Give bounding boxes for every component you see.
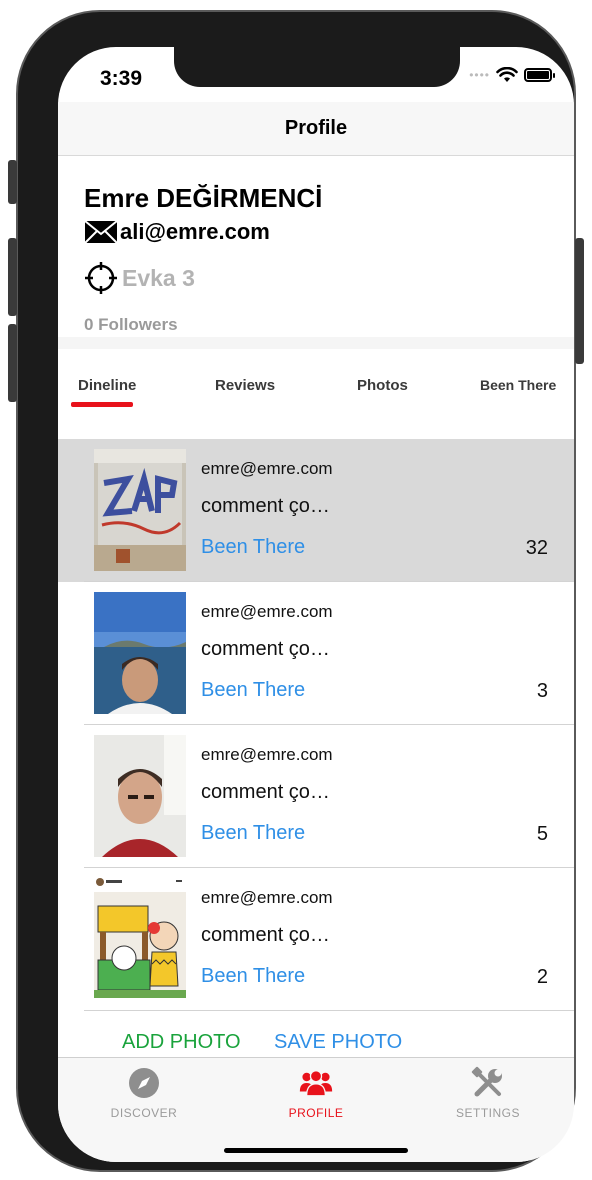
tab-bar-settings[interactable]: SETTINGS bbox=[428, 1066, 548, 1120]
feed-thumbnail bbox=[94, 592, 186, 714]
tab-bar-discover[interactable]: DISCOVER bbox=[84, 1066, 204, 1120]
volume-up-button bbox=[8, 238, 17, 316]
crosshair-icon bbox=[85, 262, 117, 294]
indoor-selfie-photo bbox=[94, 735, 186, 857]
wifi-icon bbox=[496, 67, 518, 82]
signal-dots-icon: •••• bbox=[469, 68, 490, 82]
app-screen: 3:39 •••• Profile Emre DEĞİRMENCİ ali@em… bbox=[58, 47, 574, 1162]
people-icon bbox=[299, 1066, 333, 1100]
item-comment: comment ço… bbox=[201, 638, 330, 660]
feed-thumbnail bbox=[94, 449, 186, 571]
feed-item[interactable]: emre@emre.com comment ço… Been There 3 bbox=[58, 582, 574, 725]
tab-reviews[interactable]: Reviews bbox=[215, 377, 275, 394]
status-icons: •••• bbox=[469, 67, 555, 83]
item-comment: comment ço… bbox=[201, 924, 330, 946]
item-email: emre@emre.com bbox=[201, 602, 333, 621]
feed-thumbnail bbox=[94, 876, 186, 998]
profile-name: Emre DEĞİRMENCİ bbox=[84, 183, 323, 213]
status-time: 3:39 bbox=[100, 67, 143, 90]
tab-bar-label: PROFILE bbox=[288, 1106, 344, 1120]
profile-email-row: ali@emre.com bbox=[84, 219, 270, 245]
been-there-link[interactable]: Been There bbox=[201, 536, 305, 559]
item-comment: comment ço… bbox=[201, 781, 330, 803]
page-title: Profile bbox=[284, 117, 348, 139]
item-email: emre@emre.com bbox=[201, 745, 333, 764]
feed-list: emre@emre.com comment ço… Been There 32 bbox=[58, 439, 574, 1011]
notch bbox=[174, 47, 460, 87]
tab-photos[interactable]: Photos bbox=[357, 377, 408, 394]
section-divider bbox=[58, 337, 574, 349]
profile-location-row: Evka 3 bbox=[84, 261, 195, 295]
envelope-icon bbox=[84, 220, 118, 244]
photo-actions: ADD PHOTO SAVE PHOTO bbox=[58, 1027, 574, 1057]
item-count: 2 bbox=[536, 966, 548, 988]
row-separator bbox=[84, 1010, 574, 1011]
tab-bar: DISCOVER PROFILE SETTINGS bbox=[58, 1057, 574, 1162]
power-button bbox=[575, 238, 584, 364]
seaside-selfie-photo bbox=[94, 592, 186, 714]
been-there-link[interactable]: Been There bbox=[201, 822, 305, 845]
phone-frame: 3:39 •••• Profile Emre DEĞİRMENCİ ali@em… bbox=[8, 10, 584, 1172]
tools-icon bbox=[471, 1066, 505, 1100]
tab-bar-label: DISCOVER bbox=[110, 1106, 178, 1120]
tab-bar-label: SETTINGS bbox=[455, 1106, 520, 1120]
item-email: emre@emre.com bbox=[201, 459, 333, 478]
feed-item[interactable]: emre@emre.com comment ço… Been There 5 bbox=[58, 725, 574, 868]
item-count: 32 bbox=[525, 537, 548, 559]
item-count: 5 bbox=[536, 823, 548, 845]
item-count: 3 bbox=[536, 680, 548, 702]
tab-dineline[interactable]: Dineline bbox=[78, 377, 136, 394]
volume-down-button bbox=[8, 324, 17, 402]
peanuts-cartoon-photo bbox=[94, 876, 186, 998]
profile-location: Evka 3 bbox=[122, 264, 195, 291]
tab-been-there[interactable]: Been There bbox=[480, 377, 556, 393]
navigation-bar: Profile bbox=[58, 102, 574, 156]
home-indicator[interactable] bbox=[224, 1148, 408, 1153]
profile-tabs: Dineline Reviews Photos Been There bbox=[58, 369, 574, 413]
item-email: emre@emre.com bbox=[201, 888, 333, 907]
mute-switch bbox=[8, 160, 17, 204]
tab-bar-profile[interactable]: PROFILE bbox=[256, 1066, 376, 1120]
been-there-link[interactable]: Been There bbox=[201, 965, 305, 988]
been-there-link[interactable]: Been There bbox=[201, 679, 305, 702]
followers-count[interactable]: 0 Followers bbox=[84, 315, 178, 335]
feed-item[interactable]: emre@emre.com comment ço… Been There 2 bbox=[58, 868, 574, 1011]
feed-item[interactable]: emre@emre.com comment ço… Been There 32 bbox=[58, 439, 574, 582]
battery-icon bbox=[524, 68, 555, 82]
profile-email: ali@emre.com bbox=[120, 219, 270, 244]
item-comment: comment ço… bbox=[201, 495, 330, 517]
save-photo-button[interactable]: SAVE PHOTO bbox=[274, 1031, 402, 1054]
active-tab-indicator bbox=[71, 402, 133, 407]
feed-thumbnail bbox=[94, 735, 186, 857]
graffiti-wall-photo bbox=[94, 449, 186, 571]
add-photo-button[interactable]: ADD PHOTO bbox=[122, 1031, 241, 1054]
compass-icon bbox=[127, 1066, 161, 1100]
